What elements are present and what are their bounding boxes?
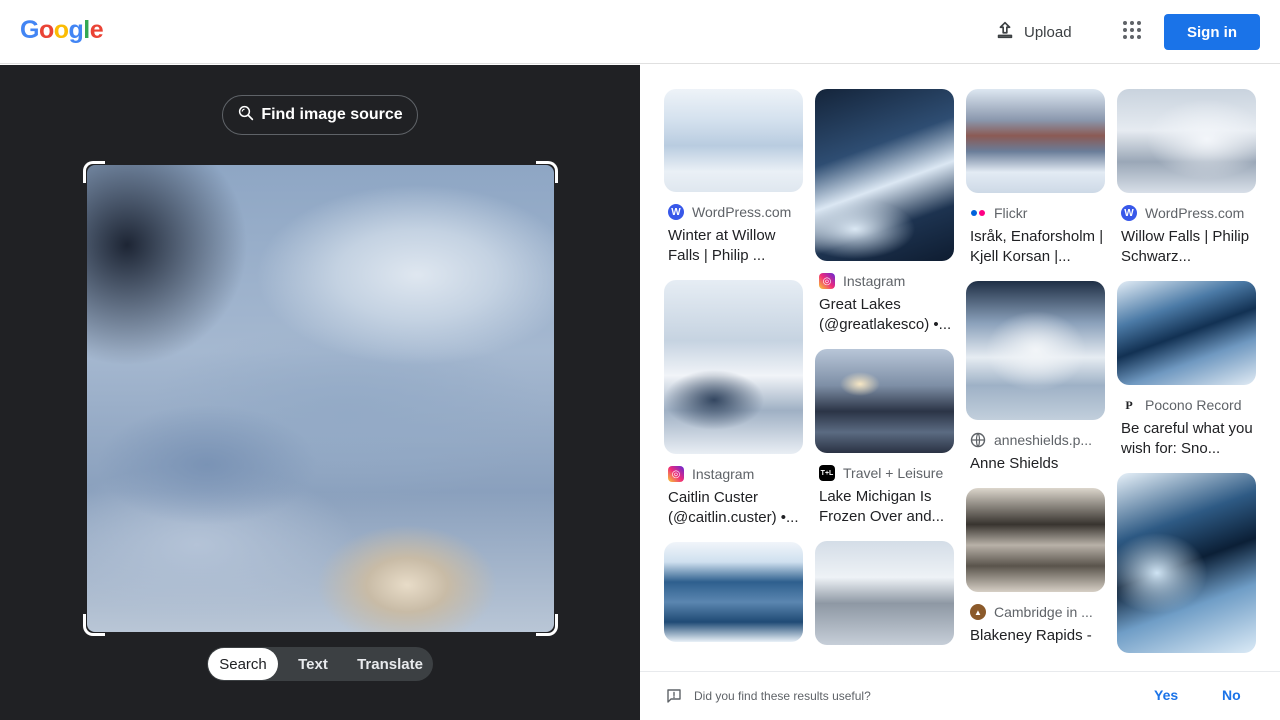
result-thumbnail[interactable]: [966, 488, 1105, 592]
tab-search[interactable]: Search: [208, 648, 278, 680]
result-thumbnail[interactable]: [664, 280, 803, 454]
result-source[interactable]: W WordPress.com: [1117, 205, 1256, 221]
crop-handle-bottom-right[interactable]: [536, 614, 558, 636]
result-source-name: Instagram: [843, 273, 906, 289]
tab-translate[interactable]: Translate: [348, 648, 432, 680]
tab-text[interactable]: Text: [278, 648, 348, 680]
results-column: Flickr Isråk, Enaforsholm | Kjell Korsan…: [966, 89, 1105, 660]
result-source[interactable]: T+L Travel + Leisure: [815, 465, 954, 481]
visual-matches-grid: W WordPress.com Winter at Willow Falls |…: [640, 65, 1280, 671]
result-thumbnail[interactable]: [664, 542, 803, 642]
upload-label: Upload: [1024, 23, 1072, 41]
result-source[interactable]: ▲ Cambridge in ...: [966, 604, 1105, 620]
sign-in-button[interactable]: Sign in: [1164, 14, 1260, 50]
feedback-yes-button[interactable]: Yes: [1154, 687, 1178, 703]
logo-letter: e: [89, 16, 104, 44]
flickr-icon: [970, 205, 986, 221]
lens-search-icon: [237, 104, 255, 127]
result-title[interactable]: Great Lakes (@greatlakesco) •...: [815, 295, 954, 335]
result-source-name: Flickr: [994, 205, 1028, 221]
results-column: ◎ Instagram Great Lakes (@greatlakesco) …: [815, 89, 954, 659]
result-source[interactable]: ◎ Instagram: [815, 273, 954, 289]
google-apps-button[interactable]: [1114, 14, 1150, 50]
result-title[interactable]: Isråk, Enaforsholm | Kjell Korsan |...: [966, 227, 1105, 267]
result-source[interactable]: ◎ Instagram: [664, 466, 803, 482]
result-card[interactable]: ▲ Cambridge in ... Blakeney Rapids -: [966, 488, 1105, 646]
result-thumbnail[interactable]: [664, 89, 803, 192]
result-card[interactable]: P Pocono Record Be careful what you wish…: [1117, 281, 1256, 459]
result-source[interactable]: P Pocono Record: [1117, 397, 1256, 413]
cambridge-icon: ▲: [970, 604, 986, 620]
result-source-name: WordPress.com: [692, 204, 792, 220]
result-thumbnail[interactable]: [1117, 473, 1256, 653]
upload-icon: [994, 19, 1016, 45]
result-title[interactable]: Winter at Willow Falls | Philip ...: [664, 226, 803, 266]
result-source-name: Instagram: [692, 466, 755, 482]
find-image-source-button[interactable]: Find image source: [222, 95, 418, 135]
logo-letter: o: [38, 16, 54, 44]
pocono-record-icon: P: [1121, 397, 1137, 413]
result-source-name: WordPress.com: [1145, 205, 1245, 221]
results-column: W WordPress.com Willow Falls | Philip Sc…: [1117, 89, 1256, 667]
result-thumbnail[interactable]: [815, 349, 954, 453]
result-title[interactable]: Lake Michigan Is Frozen Over and...: [815, 487, 954, 527]
feedback-icon: [666, 688, 682, 709]
result-title[interactable]: Caitlin Custer (@caitlin.custer) •...: [664, 488, 803, 528]
result-source-name: Travel + Leisure: [843, 465, 944, 481]
result-source-name: Cambridge in ...: [994, 604, 1093, 620]
results-column: W WordPress.com Winter at Willow Falls |…: [664, 89, 803, 656]
result-card[interactable]: ◎ Instagram Caitlin Custer (@caitlin.cus…: [664, 280, 803, 528]
result-source-name: anneshields.p...: [994, 432, 1093, 448]
result-source-name: Pocono Record: [1145, 397, 1242, 413]
result-title[interactable]: Willow Falls | Philip Schwarz...: [1117, 227, 1256, 267]
logo-letter: G: [20, 16, 39, 44]
image-crop-area[interactable]: [83, 161, 558, 636]
result-card[interactable]: W WordPress.com Willow Falls | Philip Sc…: [1117, 89, 1256, 267]
query-image-pane: Find image source Search Text Translate: [0, 65, 640, 720]
crop-handle-bottom-left[interactable]: [83, 614, 105, 636]
result-thumbnail[interactable]: [966, 281, 1105, 420]
result-thumbnail[interactable]: [1117, 281, 1256, 385]
travel-leisure-icon: T+L: [819, 465, 835, 481]
apps-grid-icon: [1122, 20, 1142, 45]
result-card[interactable]: [664, 542, 803, 642]
crop-handle-top-right[interactable]: [536, 161, 558, 183]
lens-mode-tabs: Search Text Translate: [207, 647, 433, 681]
upload-button[interactable]: Upload: [982, 14, 1084, 50]
result-source[interactable]: anneshields.p...: [966, 432, 1105, 448]
find-image-source-label: Find image source: [261, 106, 403, 123]
instagram-icon: ◎: [819, 273, 835, 289]
result-thumbnail[interactable]: [1117, 89, 1256, 193]
feedback-question: Did you find these results useful?: [694, 689, 871, 703]
result-card[interactable]: ◎ Instagram Great Lakes (@greatlakesco) …: [815, 89, 954, 335]
result-card[interactable]: [1117, 473, 1256, 653]
result-card[interactable]: [815, 541, 954, 645]
result-card[interactable]: anneshields.p... Anne Shields: [966, 281, 1105, 474]
result-source[interactable]: W WordPress.com: [664, 204, 803, 220]
logo-letter: o: [53, 16, 69, 44]
result-source[interactable]: Flickr: [966, 205, 1105, 221]
result-card[interactable]: Flickr Isråk, Enaforsholm | Kjell Korsan…: [966, 89, 1105, 267]
top-bar: Google Upload Sign in: [0, 0, 1280, 64]
logo-letter: g: [68, 16, 84, 44]
instagram-icon: ◎: [668, 466, 684, 482]
result-title[interactable]: Anne Shields: [966, 454, 1105, 474]
result-card[interactable]: T+L Travel + Leisure Lake Michigan Is Fr…: [815, 349, 954, 527]
feedback-no-button[interactable]: No: [1222, 687, 1241, 703]
wordpress-icon: W: [668, 204, 684, 220]
result-thumbnail[interactable]: [815, 541, 954, 645]
globe-icon: [970, 432, 986, 448]
result-card[interactable]: W WordPress.com Winter at Willow Falls |…: [664, 89, 803, 266]
result-title[interactable]: Blakeney Rapids -: [966, 626, 1105, 646]
wordpress-icon: W: [1121, 205, 1137, 221]
query-image: [87, 165, 554, 632]
result-thumbnail[interactable]: [815, 89, 954, 261]
feedback-bar: Did you find these results useful? Yes N…: [640, 671, 1280, 720]
result-thumbnail[interactable]: [966, 89, 1105, 193]
crop-handle-top-left[interactable]: [83, 161, 105, 183]
result-title[interactable]: Be careful what you wish for: Sno...: [1117, 419, 1256, 459]
google-logo[interactable]: Google: [20, 16, 104, 45]
